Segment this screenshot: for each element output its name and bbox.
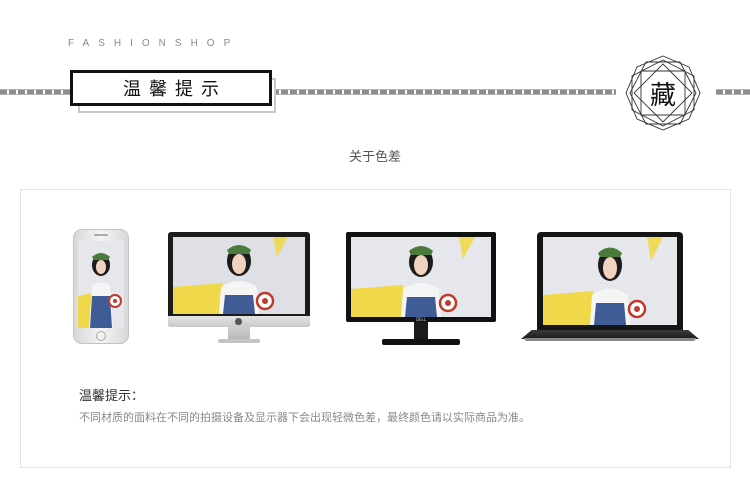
collect-badge-char: 藏: [649, 80, 676, 111]
imac-device: [168, 232, 310, 346]
laptop-screen-photo: [543, 237, 677, 325]
monitor-screen-photo: [351, 237, 491, 317]
section-title: 温馨提示: [123, 79, 227, 100]
notice-title: 温馨提示：: [79, 389, 145, 404]
monitor-device: DELL: [346, 232, 496, 347]
apple-logo-icon: [235, 318, 242, 325]
chain-divider-middle: [272, 89, 616, 95]
imac-screen-photo: [173, 237, 305, 314]
title-frame: 温馨提示: [70, 70, 272, 106]
brand-wordmark: FASHIONSHOP: [68, 38, 240, 49]
chain-divider-left: [0, 89, 70, 95]
notice-body: 不同材质的面料在不同的拍摄设备及显示器下会出现轻微色差，最终颜色请以实际商品为准…: [79, 411, 530, 424]
chain-divider-right: [716, 89, 750, 95]
subtitle-color-difference: 关于色差: [348, 150, 401, 165]
phone-device: [73, 229, 129, 344]
phone-screen-photo: [78, 241, 124, 328]
laptop-device: [521, 232, 699, 344]
